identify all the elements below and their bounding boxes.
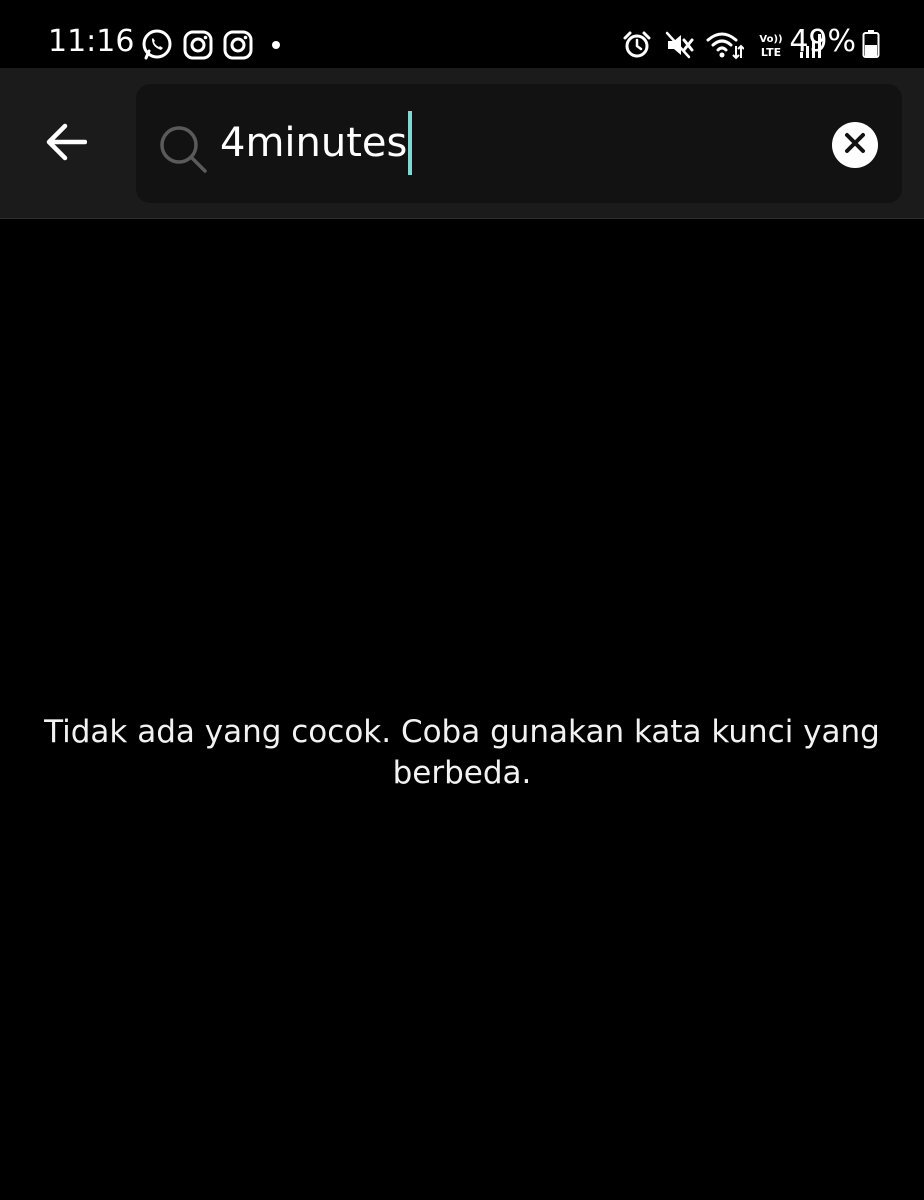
notification-dot bbox=[272, 41, 280, 49]
status-left-icons bbox=[140, 28, 280, 62]
svg-text:Vo)): Vo)) bbox=[759, 34, 782, 45]
volte-icon: Vo)) LTE bbox=[756, 30, 786, 60]
search-input[interactable]: 4minutes bbox=[220, 111, 760, 175]
search-icon bbox=[158, 124, 208, 178]
whatsapp-icon bbox=[140, 28, 174, 62]
text-caret bbox=[408, 111, 413, 175]
status-bar: 11:16 Vo)) LTE 49% bbox=[0, 0, 924, 68]
arrow-left-icon bbox=[45, 123, 88, 165]
alarm-icon bbox=[622, 30, 652, 60]
battery-icon bbox=[862, 30, 880, 62]
status-time: 11:16 bbox=[48, 24, 135, 59]
svg-text:LTE: LTE bbox=[761, 46, 781, 59]
search-query: 4minutes bbox=[220, 120, 408, 166]
battery-percent: 49% bbox=[789, 24, 856, 59]
wifi-icon bbox=[706, 30, 744, 60]
instagram-icon bbox=[222, 29, 254, 61]
search-header: 4minutes bbox=[0, 68, 924, 219]
clear-search-button[interactable] bbox=[832, 122, 878, 168]
clear-icon bbox=[843, 131, 867, 159]
back-button[interactable] bbox=[30, 114, 102, 174]
empty-results-message: Tidak ada yang cocok. Coba gunakan kata … bbox=[44, 714, 880, 791]
instagram-icon bbox=[182, 29, 214, 61]
search-box[interactable]: 4minutes bbox=[136, 84, 902, 203]
mute-icon bbox=[664, 30, 694, 60]
